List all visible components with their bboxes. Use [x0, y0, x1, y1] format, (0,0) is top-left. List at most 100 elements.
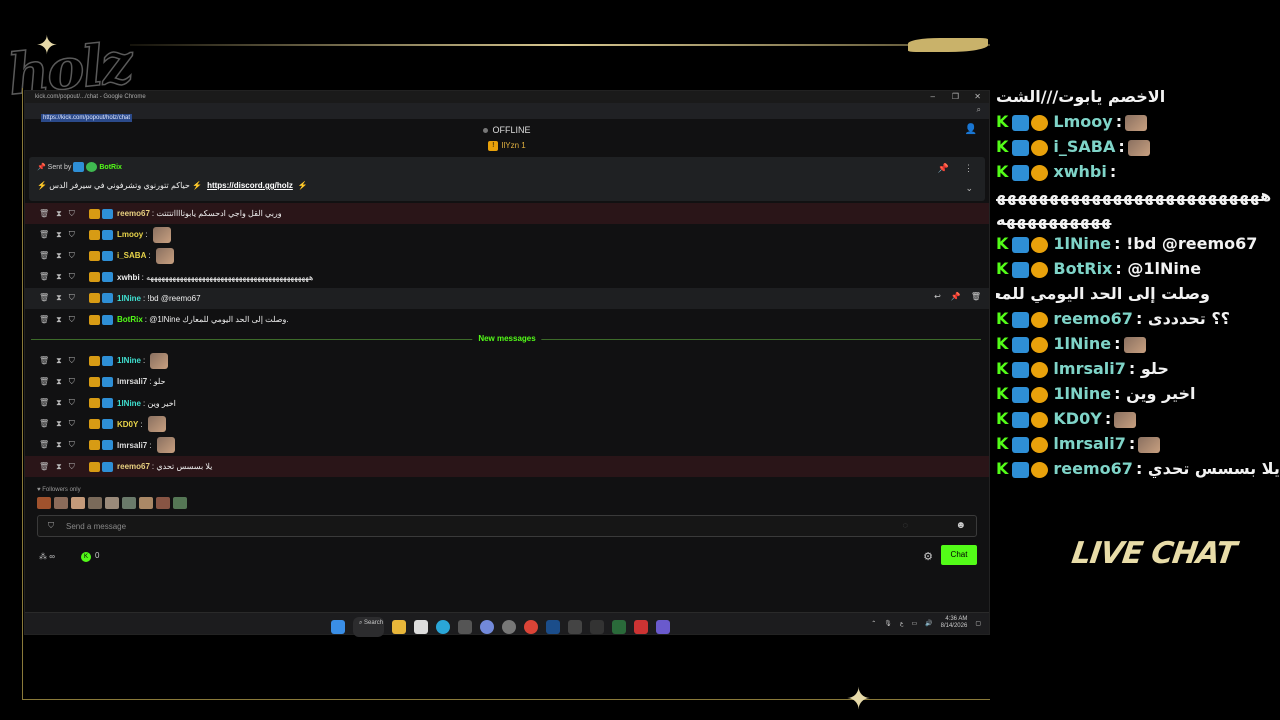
pin-icon[interactable]: 📌: [938, 163, 949, 174]
chat-message[interactable]: 🗑 ⧗ ⛉ xwhbi: هههههههههههههههههههههههههههههه…: [25, 267, 989, 288]
kick-coins[interactable]: K0: [81, 551, 99, 563]
avatar[interactable]: [37, 497, 51, 510]
more-menu-icon[interactable]: ⋮: [964, 163, 973, 174]
volume-icon[interactable]: 🔊: [925, 620, 932, 627]
app-icon[interactable]: [634, 620, 649, 634]
timeout-icon[interactable]: ⧗: [56, 251, 62, 261]
timeout-icon[interactable]: ⧗: [56, 462, 62, 472]
avatar[interactable]: [156, 497, 170, 510]
ban-icon[interactable]: ⛉: [69, 462, 75, 472]
timeout-icon[interactable]: ⧗: [56, 398, 62, 408]
timeout-icon[interactable]: ⧗: [56, 293, 62, 303]
ban-icon[interactable]: ⛉: [69, 293, 75, 303]
chat-input[interactable]: ⛉ Send a message ◌ ☻: [37, 515, 977, 538]
ban-icon[interactable]: ⛉: [69, 398, 75, 408]
timeout-icon[interactable]: ⧗: [56, 356, 62, 366]
avatar[interactable]: [122, 497, 136, 510]
avatar[interactable]: [173, 497, 187, 510]
app-icon[interactable]: [612, 620, 627, 634]
chat-username[interactable]: reemo67: [117, 209, 150, 218]
app-icon[interactable]: [590, 620, 605, 634]
chat-message[interactable]: 🗑 ⧗ ⛉ i_SABA:: [25, 245, 989, 266]
delete-icon[interactable]: 🗑: [39, 230, 49, 240]
chat-message[interactable]: 🗑 ⧗ ⛉ reemo67: يلا بسسس تحدي: [25, 456, 989, 478]
emoji-icon[interactable]: ☻: [955, 520, 966, 531]
windows-start-icon[interactable]: [331, 620, 345, 634]
new-messages-divider[interactable]: New messages: [25, 330, 989, 350]
delete-icon[interactable]: 🗑: [39, 377, 49, 387]
delete-icon[interactable]: 🗑: [39, 315, 49, 325]
timeout-icon[interactable]: ⧗: [56, 419, 62, 429]
chat-message[interactable]: 🗑 ⧗ ⛉ 1lNine: اخير وين: [25, 393, 989, 414]
timeout-icon[interactable]: ⧗: [56, 230, 62, 240]
app-icon[interactable]: [568, 620, 583, 634]
edge-icon[interactable]: [436, 620, 451, 634]
avatar[interactable]: [88, 497, 102, 510]
timeout-icon[interactable]: ⧗: [56, 440, 62, 450]
avatar[interactable]: [139, 497, 153, 510]
app-icon[interactable]: [458, 620, 473, 634]
delete-icon[interactable]: 🗑: [39, 251, 49, 261]
close-button[interactable]: ✕: [974, 92, 981, 101]
chat-message[interactable]: 🗑 ⧗ ⛉ Lmooy:: [25, 224, 989, 245]
delete-icon[interactable]: 🗑: [39, 398, 49, 408]
chat-username[interactable]: xwhbi: [117, 273, 140, 282]
timeout-icon[interactable]: ⧗: [56, 315, 62, 325]
chat-username[interactable]: reemo67: [117, 462, 150, 471]
chat-message[interactable]: 🗑 ⧗ ⛉ KD0Y:: [25, 414, 989, 435]
delete-icon[interactable]: 🗑: [39, 356, 49, 366]
ban-icon[interactable]: ⛉: [69, 272, 75, 282]
chat-message[interactable]: 🗑 ⧗ ⛉ 1lNine: !bd @reemo67 ↩ 📌 🗑: [25, 287, 989, 309]
avatar[interactable]: [54, 497, 68, 510]
minimize-button[interactable]: –: [931, 92, 935, 101]
chat-message[interactable]: 🗑 ⧗ ⛉ reemo67: وربي القل واجي ادحسكم يابوتا…: [25, 203, 989, 225]
chat-username[interactable]: lmrsali7: [117, 377, 147, 386]
chat-username[interactable]: Lmooy: [117, 230, 143, 239]
delete-icon[interactable]: 🗑: [971, 292, 981, 301]
ban-icon[interactable]: ⛉: [69, 419, 75, 429]
chrome-icon[interactable]: [524, 620, 539, 634]
delete-icon[interactable]: 🗑: [39, 462, 49, 472]
network-icon[interactable]: ▭: [911, 620, 917, 627]
chat-username[interactable]: KD0Y: [117, 420, 138, 429]
discord-icon[interactable]: [480, 620, 495, 634]
ban-icon[interactable]: ⛉: [69, 251, 75, 261]
ban-icon[interactable]: ⛉: [69, 377, 75, 387]
discord-link[interactable]: https://discord.gg/holz: [207, 181, 293, 190]
chat-username[interactable]: BotRix: [117, 315, 143, 324]
chat-message[interactable]: 🗑 ⧗ ⛉ lmrsali7: حلو: [25, 371, 989, 392]
taskbar-search[interactable]: ⌕ Search: [353, 617, 385, 637]
steam-icon[interactable]: [546, 620, 561, 634]
users-icon[interactable]: 👤: [965, 124, 977, 135]
zoom-icon[interactable]: ⌕: [977, 105, 981, 115]
chat-message[interactable]: 🗑 ⧗ ⛉ 1lNine:: [25, 350, 989, 371]
app-icon[interactable]: [656, 620, 671, 634]
ban-icon[interactable]: ⛉: [69, 440, 75, 450]
infinity-stat[interactable]: ⁂ ∞: [39, 552, 55, 561]
chat-username[interactable]: 1lNine: [117, 294, 141, 303]
chat-username[interactable]: 1lNine: [117, 399, 141, 408]
reply-icon[interactable]: ↩: [934, 292, 941, 301]
chat-message[interactable]: 🗑 ⧗ ⛉ BotRix: @1lNine وصلت إلى الحد اليومي …: [25, 309, 989, 330]
gear-icon[interactable]: ⚙: [923, 550, 933, 563]
chat-username[interactable]: lmrsali7: [117, 441, 147, 450]
chat-username[interactable]: 1lNine: [117, 356, 141, 365]
obs-icon[interactable]: [502, 620, 517, 634]
pinned-sender-name[interactable]: BotRix: [99, 164, 122, 171]
ban-icon[interactable]: ⛉: [69, 315, 75, 325]
delete-icon[interactable]: 🗑: [39, 293, 49, 303]
chat-send-button[interactable]: Chat: [941, 545, 977, 566]
ban-icon[interactable]: ⛉: [69, 230, 75, 240]
chevron-down-icon[interactable]: ⌄: [965, 183, 973, 194]
language-indicator[interactable]: ع: [900, 620, 904, 627]
chat-message[interactable]: 🗑 ⧗ ⛉ lmrsali7:: [25, 435, 989, 456]
timeout-icon[interactable]: ⧗: [56, 272, 62, 282]
delete-icon[interactable]: 🗑: [39, 209, 49, 219]
maximize-button[interactable]: ❐: [952, 92, 959, 101]
avatar[interactable]: [71, 497, 85, 510]
ban-icon[interactable]: ⛉: [69, 356, 75, 366]
delete-icon[interactable]: 🗑: [39, 419, 49, 429]
timeout-icon[interactable]: ⧗: [56, 209, 62, 219]
ban-icon[interactable]: ⛉: [69, 209, 75, 219]
chat-username[interactable]: i_SABA: [117, 251, 146, 260]
